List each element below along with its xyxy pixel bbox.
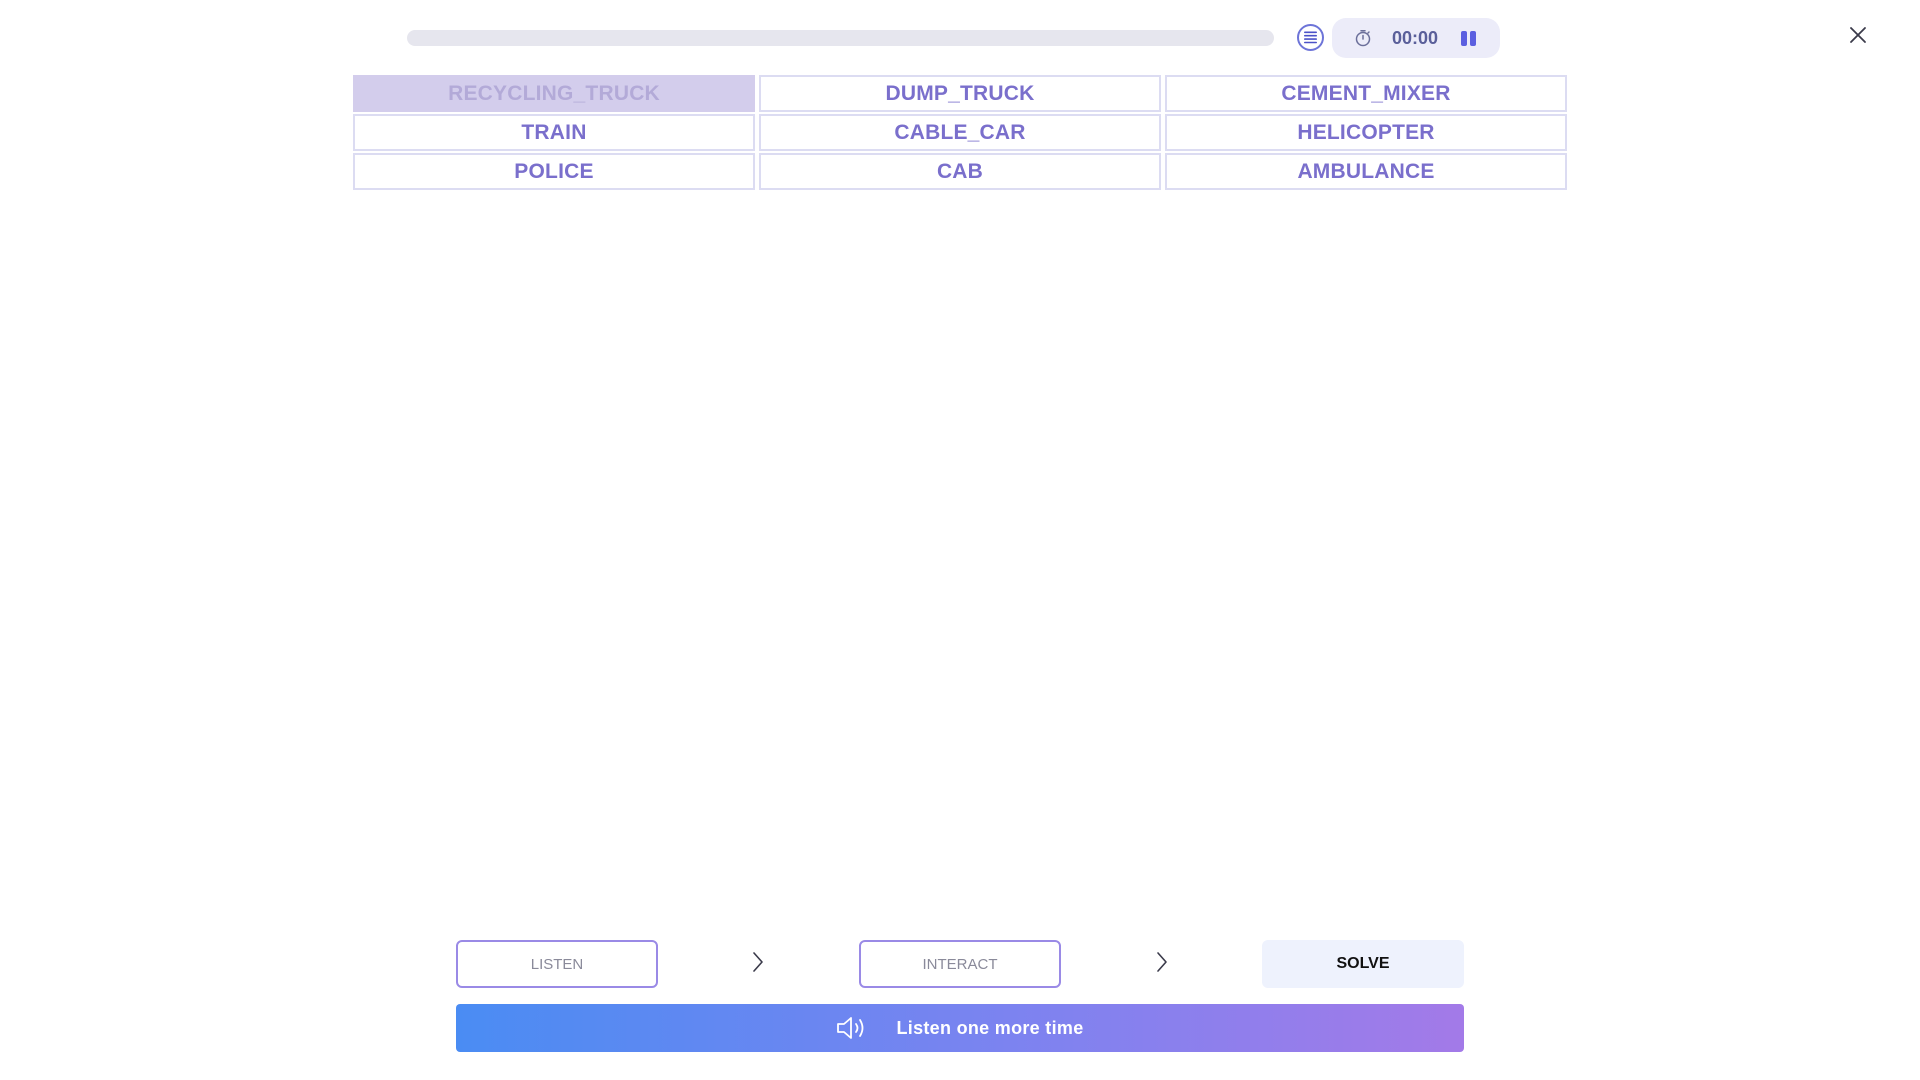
speaker-icon [837, 1017, 864, 1039]
listen-again-button[interactable]: Listen one more time [456, 1004, 1464, 1052]
chevron-right-icon [1157, 952, 1167, 972]
chevron-right-icon [753, 952, 763, 972]
step-listen-button[interactable]: LISTEN [456, 940, 658, 988]
word-tile[interactable]: RECYCLING_TRUCK [353, 75, 755, 112]
timer: 00:00 [1332, 18, 1500, 58]
close-button[interactable] [1845, 22, 1871, 48]
list-icon [1304, 31, 1317, 44]
pause-button[interactable] [1455, 25, 1481, 51]
list-button[interactable] [1297, 24, 1324, 51]
word-grid: RECYCLING_TRUCK DUMP_TRUCK CEMENT_MIXER … [353, 75, 1567, 190]
listen-again-label: Listen one more time [896, 1017, 1084, 1038]
step-interact-button[interactable]: INTERACT [859, 940, 1061, 988]
word-tile[interactable]: POLICE [353, 153, 755, 190]
word-tile[interactable]: CEMENT_MIXER [1165, 75, 1567, 112]
close-icon [1850, 27, 1866, 43]
step-solve-button[interactable]: SOLVE [1262, 940, 1464, 988]
word-tile[interactable]: TRAIN [353, 114, 755, 151]
word-tile[interactable]: CABLE_CAR [759, 114, 1161, 151]
word-tile[interactable]: HELICOPTER [1165, 114, 1567, 151]
progress-bar [407, 30, 1274, 46]
stopwatch-icon [1355, 30, 1371, 47]
timer-text: 00:00 [1392, 28, 1439, 48]
word-tile[interactable]: DUMP_TRUCK [759, 75, 1161, 112]
word-tile[interactable]: CAB [759, 153, 1161, 190]
word-tile[interactable]: AMBULANCE [1165, 153, 1567, 190]
